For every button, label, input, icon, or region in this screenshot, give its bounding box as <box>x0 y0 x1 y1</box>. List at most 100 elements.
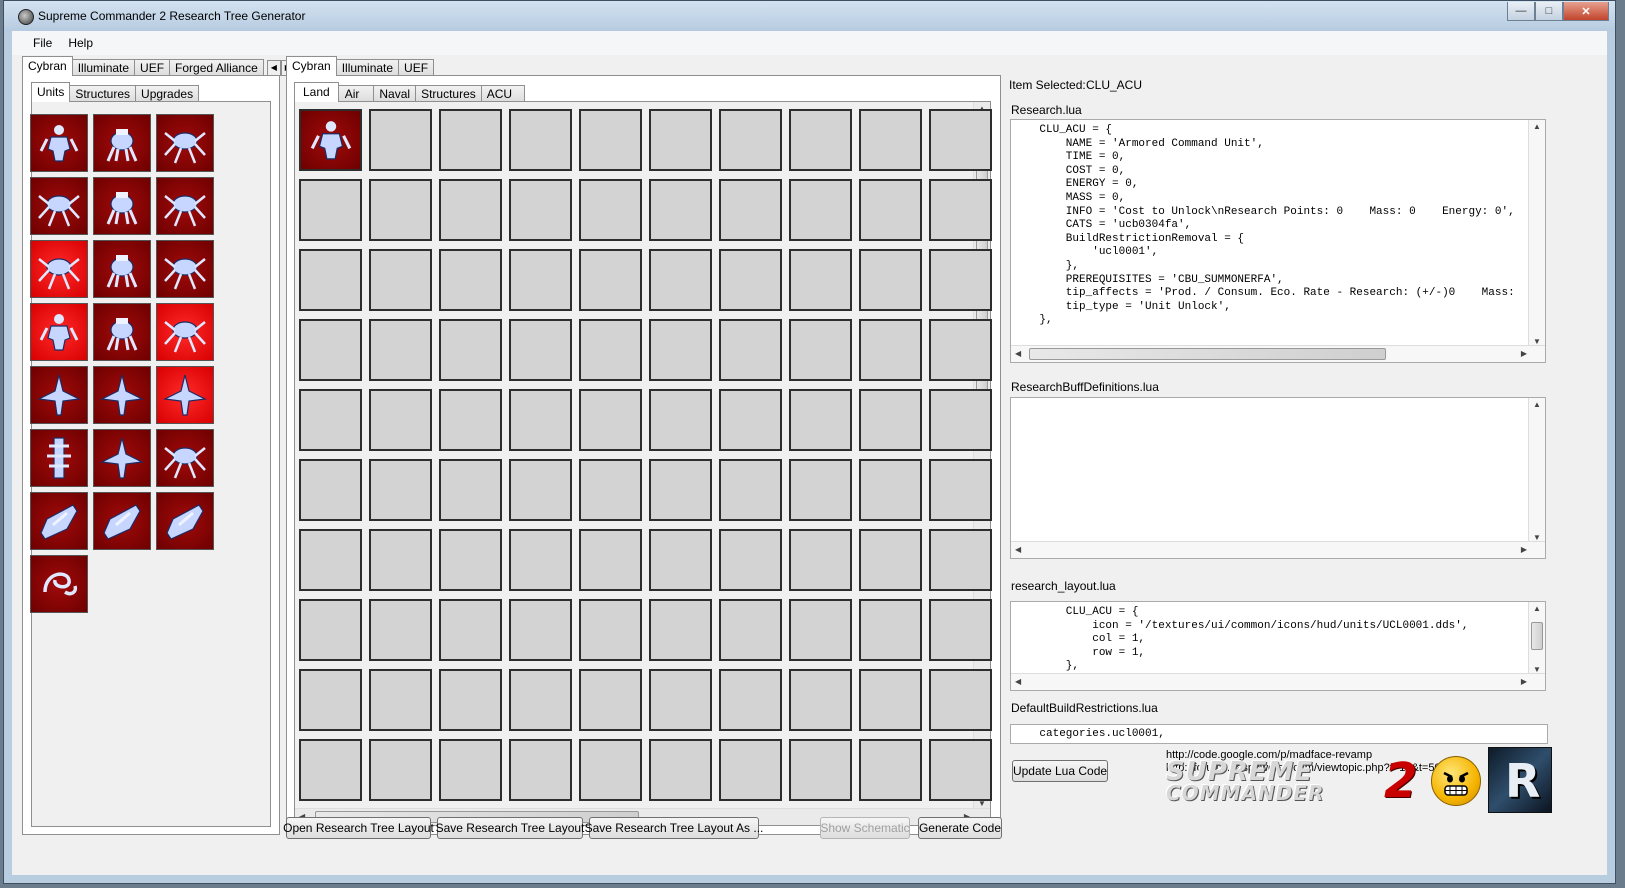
tab-illuminate[interactable]: Illuminate <box>335 59 400 76</box>
research-grid-cell[interactable] <box>439 389 502 451</box>
unit-icon-tile[interactable] <box>30 555 88 613</box>
close-button[interactable]: ✕ <box>1563 2 1609 21</box>
research-grid-cell[interactable] <box>649 319 712 381</box>
tab-acu[interactable]: ACU <box>480 85 526 102</box>
research-grid-cell[interactable] <box>859 109 922 171</box>
research-grid-cell[interactable] <box>649 249 712 311</box>
research-grid-cell[interactable] <box>439 459 502 521</box>
save-layout-as-button[interactable]: Save Research Tree Layout As ... <box>585 817 763 839</box>
research-grid-cell[interactable] <box>859 739 922 801</box>
research-grid-cell[interactable] <box>299 179 362 241</box>
research-grid-cell[interactable] <box>719 389 782 451</box>
research-grid-cell[interactable] <box>789 249 852 311</box>
research-grid-cell[interactable] <box>789 529 852 591</box>
research-grid-cell[interactable] <box>299 669 362 731</box>
research-grid-cell[interactable] <box>369 319 432 381</box>
buff-hscroll[interactable]: ◀ ▶ <box>1011 541 1545 558</box>
tab-upgrades[interactable]: Upgrades <box>135 85 200 102</box>
research-grid-cell[interactable] <box>509 179 572 241</box>
research-grid-cell[interactable] <box>369 179 432 241</box>
research-buff-textbox[interactable]: ▲ ▼ ◀ ▶ <box>1010 397 1546 559</box>
research-grid-cell[interactable] <box>439 669 502 731</box>
research-hscroll[interactable]: ◀ ▶ <box>1011 345 1545 362</box>
research-grid-cell[interactable] <box>369 599 432 661</box>
research-grid-cell[interactable] <box>369 249 432 311</box>
layout-vscroll[interactable]: ▲ ▼ <box>1528 602 1545 676</box>
research-grid-cell[interactable] <box>859 529 922 591</box>
unit-icon-tile[interactable] <box>30 429 88 487</box>
research-grid-cell[interactable] <box>929 389 992 451</box>
research-grid-cell[interactable] <box>789 109 852 171</box>
unit-icon-tile[interactable] <box>93 114 151 172</box>
research-grid-cell[interactable] <box>789 459 852 521</box>
research-hscroll-thumb[interactable] <box>1029 348 1386 360</box>
research-grid-cell[interactable] <box>369 109 432 171</box>
research-grid-cell[interactable] <box>509 459 572 521</box>
research-grid-cell[interactable] <box>649 599 712 661</box>
research-grid-cell[interactable] <box>579 459 642 521</box>
unit-icon-tile[interactable] <box>93 366 151 424</box>
research-grid-cell[interactable] <box>579 109 642 171</box>
research-grid-cell[interactable] <box>859 319 922 381</box>
unit-icon-tile[interactable] <box>93 492 151 550</box>
tab-land[interactable]: Land <box>294 82 339 102</box>
research-grid-cell[interactable] <box>509 529 572 591</box>
scroll-left-icon[interactable]: ◀ <box>1015 677 1021 686</box>
unit-icon-tile[interactable] <box>156 303 214 361</box>
research-grid-cell[interactable] <box>369 389 432 451</box>
unit-icon-tile[interactable] <box>93 240 151 298</box>
research-grid-cell[interactable] <box>439 739 502 801</box>
unit-icon-tile[interactable] <box>30 492 88 550</box>
generate-code-button[interactable]: Generate Code <box>918 817 1002 839</box>
research-grid-cell[interactable] <box>509 389 572 451</box>
research-grid-cell[interactable] <box>509 109 572 171</box>
research-grid-cell[interactable] <box>649 109 712 171</box>
tab-uef[interactable]: UEF <box>398 59 435 76</box>
research-grid-cell[interactable] <box>299 389 362 451</box>
research-vscroll[interactable]: ▲ ▼ <box>1528 120 1545 348</box>
layout-hscroll[interactable]: ◀ ▶ <box>1011 673 1545 690</box>
research-grid-cell[interactable] <box>509 599 572 661</box>
research-grid-cell[interactable] <box>509 669 572 731</box>
research-grid-cell[interactable] <box>439 529 502 591</box>
research-grid-cell[interactable] <box>649 459 712 521</box>
research-grid-cell[interactable] <box>789 319 852 381</box>
unit-icon-tile[interactable] <box>156 114 214 172</box>
tab-uef[interactable]: UEF <box>134 59 171 76</box>
update-lua-code-button[interactable]: Update Lua Code <box>1012 760 1108 782</box>
research-grid-cell[interactable] <box>719 179 782 241</box>
research-grid-cell[interactable] <box>369 459 432 521</box>
tab-scroll-left-icon[interactable]: ◀ <box>266 60 281 76</box>
scroll-up-icon[interactable]: ▲ <box>1533 604 1541 613</box>
maximize-button[interactable]: □ <box>1535 2 1563 21</box>
research-grid-cell[interactable] <box>719 669 782 731</box>
research-grid-cell[interactable] <box>789 599 852 661</box>
title-bar[interactable]: Supreme Commander 2 Research Tree Genera… <box>4 1 1615 31</box>
save-layout-button[interactable]: Save Research Tree Layout <box>436 817 584 839</box>
research-layout-textbox[interactable]: CLU_ACU = { icon = '/textures/ui/common/… <box>1010 601 1546 691</box>
unit-icon-tile[interactable] <box>30 177 88 235</box>
research-grid-cell[interactable] <box>439 109 502 171</box>
research-grid-cell[interactable] <box>299 459 362 521</box>
tab-illuminate[interactable]: Illuminate <box>71 59 136 76</box>
tab-naval[interactable]: Naval <box>373 85 417 102</box>
research-grid-cell[interactable] <box>579 319 642 381</box>
unit-icon-tile[interactable] <box>156 429 214 487</box>
research-grid-cell[interactable] <box>649 529 712 591</box>
tab-structures[interactable]: Structures <box>415 85 482 102</box>
research-grid-cell[interactable] <box>649 669 712 731</box>
research-grid-cell[interactable] <box>929 249 992 311</box>
unit-icon-tile[interactable] <box>156 177 214 235</box>
research-grid-cell[interactable] <box>579 739 642 801</box>
research-grid-cell[interactable] <box>859 599 922 661</box>
research-grid-cell[interactable] <box>929 459 992 521</box>
scroll-right-icon[interactable]: ▶ <box>1521 545 1527 554</box>
unit-icon-tile[interactable] <box>156 240 214 298</box>
research-grid-cell[interactable] <box>719 249 782 311</box>
tab-cybran[interactable]: Cybran <box>22 56 73 76</box>
research-grid-cell[interactable] <box>719 529 782 591</box>
scroll-left-icon[interactable]: ◀ <box>1015 545 1021 554</box>
research-grid-cell[interactable] <box>649 179 712 241</box>
open-layout-button[interactable]: Open Research Tree Layout <box>283 817 434 839</box>
research-grid-cell[interactable] <box>789 389 852 451</box>
